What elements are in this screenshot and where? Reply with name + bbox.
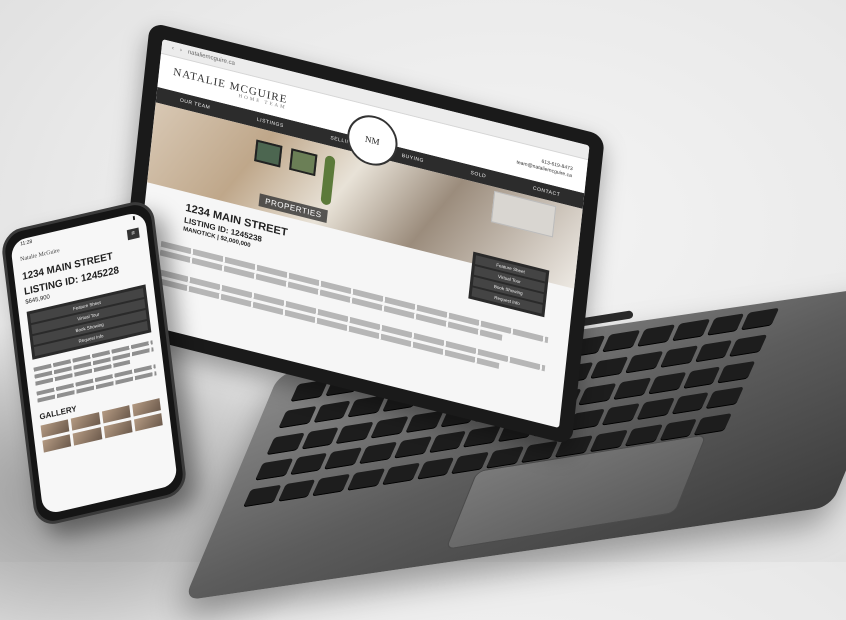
keyboard-key[interactable]	[694, 339, 733, 363]
nav-sold[interactable]: SOLD	[470, 170, 486, 180]
nav-buying[interactable]: BUYING	[401, 153, 424, 164]
keyboard-key[interactable]	[590, 356, 629, 379]
logo-monogram: NM	[364, 133, 381, 148]
keyboard-key[interactable]	[358, 442, 397, 465]
keyboard-key[interactable]	[324, 447, 363, 471]
gallery-thumbnail[interactable]	[42, 434, 72, 453]
wall-art	[288, 148, 318, 177]
battery-icon: ▮	[132, 214, 136, 222]
keyboard-key[interactable]	[416, 457, 455, 480]
forward-icon[interactable]: ›	[179, 48, 182, 54]
keyboard-key[interactable]	[393, 436, 432, 460]
keyboard-key[interactable]	[335, 421, 375, 444]
gallery-thumbnail[interactable]	[72, 427, 102, 446]
keyboard-key[interactable]	[277, 479, 316, 502]
keyboard-key[interactable]	[405, 410, 444, 433]
keyboard-key[interactable]	[370, 415, 409, 439]
keyboard-key[interactable]	[613, 377, 652, 400]
keyboard-key[interactable]	[647, 371, 687, 395]
keyboard-key[interactable]	[625, 350, 664, 374]
keyboard-key[interactable]	[313, 400, 352, 423]
keyboard-key[interactable]	[312, 473, 351, 497]
keyboard-key[interactable]	[601, 403, 640, 427]
keyboard-key[interactable]	[462, 425, 501, 449]
phone-screen: 11:28 ▮ Natalie McGuire ≡ 1234 MAIN STRE…	[9, 210, 179, 516]
keyboard-key[interactable]	[670, 392, 710, 416]
keyboard-key[interactable]	[682, 366, 721, 389]
nav-listings[interactable]: LISTINGS	[257, 117, 284, 130]
plant	[320, 154, 336, 206]
gallery-thumbnail[interactable]	[133, 413, 163, 432]
menu-icon[interactable]: ≡	[126, 227, 140, 241]
keyboard-key[interactable]	[578, 382, 617, 406]
back-icon[interactable]: ‹	[171, 46, 174, 52]
keyboard-key[interactable]	[301, 426, 340, 450]
keyboard-key[interactable]	[347, 394, 386, 418]
gallery-thumbnail[interactable]	[103, 420, 133, 439]
contact-info: 613-619-8473 team@nataliemcguire.ca	[516, 153, 573, 180]
keyboard-key[interactable]	[636, 397, 675, 421]
keyboard-key[interactable]	[381, 462, 420, 486]
nav-contact[interactable]: CONTACT	[533, 186, 561, 199]
wall-art	[254, 139, 283, 168]
keyboard-key[interactable]	[428, 431, 467, 454]
keyboard-key[interactable]	[289, 453, 328, 476]
keyboard-key[interactable]	[659, 345, 699, 368]
keyboard-key[interactable]	[346, 468, 386, 491]
